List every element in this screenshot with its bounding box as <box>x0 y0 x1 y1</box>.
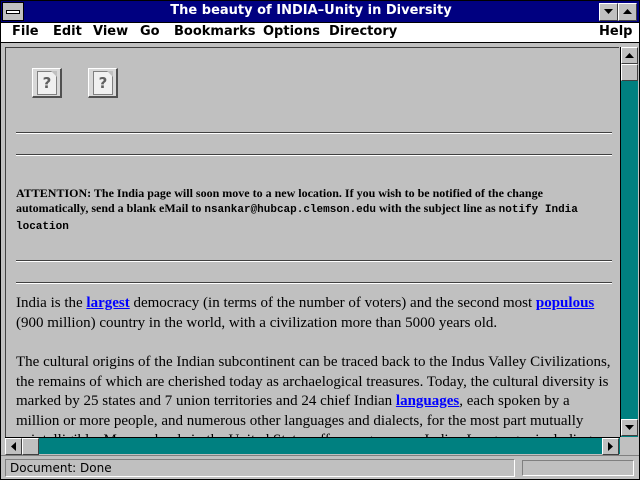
status-bar: Document: Done <box>1 455 639 479</box>
culture-paragraph: The cultural origins of the Indian subco… <box>16 354 611 437</box>
title-bar: The beauty of INDIA–Unity in Diversity <box>1 1 639 23</box>
maximize-arrow-icon <box>623 9 632 14</box>
system-menu-icon[interactable] <box>2 2 24 21</box>
scroll-left-button[interactable] <box>5 438 22 455</box>
menu-view[interactable]: View <box>93 24 128 39</box>
status-text: Document: Done <box>5 459 515 477</box>
vertical-scroll-thumb[interactable] <box>621 64 638 81</box>
horizontal-rule <box>16 260 612 262</box>
menu-bookmarks[interactable]: Bookmarks <box>174 24 256 39</box>
link-largest[interactable]: largest <box>86 295 129 311</box>
minimize-arrow-icon <box>604 9 613 14</box>
scroll-up-arrow-icon <box>625 53 634 58</box>
menu-file[interactable]: File <box>12 24 39 39</box>
horizontal-rule <box>16 132 612 134</box>
menu-go[interactable]: Go <box>140 24 160 39</box>
scroll-right-button[interactable] <box>602 438 619 455</box>
link-languages[interactable]: languages <box>396 393 459 409</box>
menu-edit[interactable]: Edit <box>53 24 82 39</box>
menu-bar: File Edit View Go Bookmarks Options Dire… <box>1 23 639 43</box>
broken-image-icon[interactable]: ? <box>32 68 62 98</box>
vertical-scrollbar[interactable] <box>620 47 638 437</box>
scroll-up-button[interactable] <box>621 47 638 64</box>
window-title: The beauty of INDIA–Unity in Diversity <box>170 3 452 18</box>
scroll-left-arrow-icon <box>11 442 16 451</box>
horizontal-scroll-thumb[interactable] <box>22 438 39 455</box>
notify-email: nsankar@hubcap.clemson.edu <box>204 204 376 216</box>
scroll-down-button[interactable] <box>621 419 638 436</box>
scroll-down-arrow-icon <box>625 425 634 430</box>
menu-directory[interactable]: Directory <box>329 24 397 39</box>
content-area[interactable]: ? ? ATTENTION: The India page will soon … <box>5 47 619 437</box>
progress-indicator <box>522 460 634 476</box>
maximize-button[interactable] <box>618 3 637 21</box>
horizontal-scrollbar[interactable] <box>5 437 620 455</box>
scroll-right-arrow-icon <box>608 442 613 451</box>
horizontal-rule <box>16 154 612 156</box>
intro-paragraph: India is the largest democracy (in terms… <box>16 295 595 331</box>
menu-help[interactable]: Help <box>599 24 632 39</box>
broken-image-icon[interactable]: ? <box>88 68 118 98</box>
menu-options[interactable]: Options <box>263 24 320 39</box>
browser-window: The beauty of INDIA–Unity in Diversity F… <box>0 0 640 480</box>
attention-notice: ATTENTION: The India page will soon move… <box>16 186 578 233</box>
link-populous[interactable]: populous <box>536 295 594 311</box>
horizontal-rule <box>16 282 612 284</box>
minimize-button[interactable] <box>599 3 618 21</box>
